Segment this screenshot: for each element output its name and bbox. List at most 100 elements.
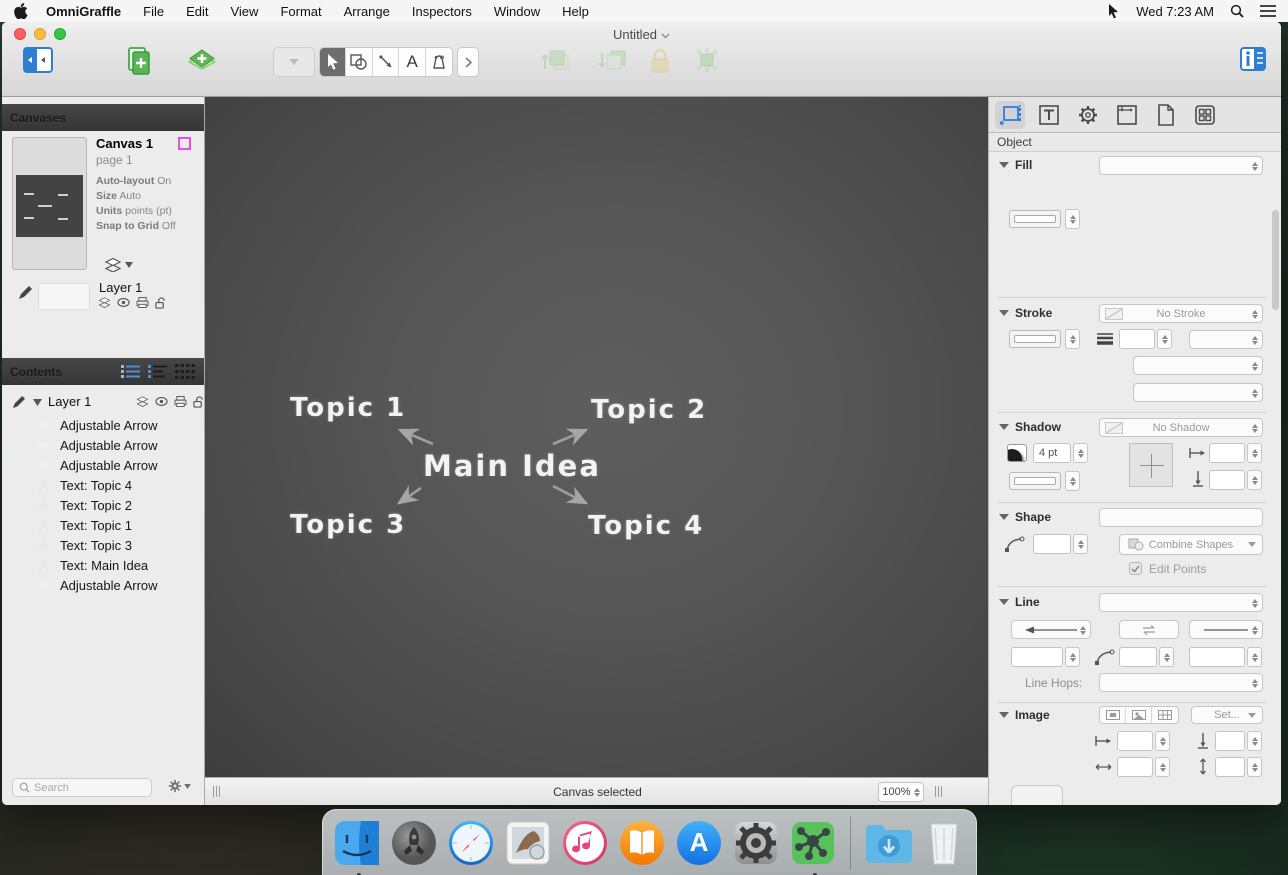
toolbar-lock-button[interactable]: Lock (644, 47, 676, 80)
edit-points-checkbox[interactable] (1129, 562, 1142, 575)
shadow-blur-stepper[interactable] (1073, 443, 1088, 463)
outline-view-icon[interactable] (148, 364, 167, 379)
list-item[interactable]: Adjustable Arrow (2, 455, 204, 475)
shadow-style-dropdown[interactable]: No Shadow (1099, 418, 1263, 437)
window-title[interactable]: Untitled (2, 27, 1281, 42)
drawing-canvas[interactable]: Topic 1 Topic 2 Main Idea Topic 3 Topic … (205, 97, 990, 777)
dock-trash-icon[interactable] (923, 817, 966, 869)
tab-properties-inspector[interactable] (1073, 101, 1103, 129)
contents-layer-row[interactable]: Layer 1 (2, 392, 204, 413)
menu-view[interactable]: View (230, 4, 258, 19)
dock-itunes-icon[interactable] (561, 817, 609, 869)
menu-clock[interactable]: Wed 7:23 AM (1136, 4, 1214, 19)
stroke-position-dropdown[interactable] (1133, 383, 1263, 402)
dock-ibooks-icon[interactable] (618, 817, 666, 869)
image-fit-natural-button[interactable] (1100, 707, 1126, 723)
dock-mail-icon[interactable] (504, 817, 552, 869)
combine-shapes-dropdown[interactable]: Combine Shapes (1119, 534, 1263, 555)
disclosure-triangle-icon[interactable] (33, 399, 42, 406)
line-radius-stepper[interactable] (1159, 647, 1174, 667)
menu-arrange[interactable]: Arrange (344, 4, 390, 19)
image-height-stepper[interactable] (1247, 757, 1262, 777)
image-height-input[interactable] (1215, 757, 1245, 777)
canvas-thumbnail[interactable] (12, 137, 87, 270)
list-item[interactable]: Adjustable Arrow (2, 435, 204, 455)
shadow-preview-swatch[interactable] (1007, 444, 1027, 462)
dock-system-preferences-icon[interactable] (732, 817, 780, 869)
shadow-blur-input[interactable]: 4 pt (1033, 443, 1071, 463)
dock-finder-icon[interactable] (333, 817, 381, 869)
text-tool-button[interactable]: A (399, 48, 425, 76)
list-item[interactable]: Adjustable Arrow (2, 575, 204, 595)
line-hops-dropdown[interactable] (1099, 673, 1263, 692)
shadow-color-well[interactable] (1009, 472, 1061, 490)
shadow-offset-x-stepper[interactable] (1247, 443, 1262, 463)
edit-pencil-icon[interactable] (18, 286, 32, 300)
list-item[interactable]: Text: Topic 2 (2, 495, 204, 515)
stroke-section-header[interactable]: Stroke (999, 306, 1052, 320)
pointer-menu-icon[interactable] (1107, 4, 1120, 19)
line-section-header[interactable]: Line (999, 595, 1040, 609)
image-fit-tile-button[interactable] (1152, 707, 1178, 723)
spotlight-search-icon[interactable] (1230, 4, 1244, 18)
sidebar-action-menu[interactable] (168, 779, 191, 793)
inspector-resize-handle[interactable] (935, 786, 944, 797)
image-width-input[interactable] (1117, 757, 1153, 777)
layer-stack-icon[interactable] (136, 396, 149, 407)
shadow-position-picker[interactable] (1129, 443, 1173, 487)
toolbar-inspect-button[interactable]: Inspect (1230, 47, 1276, 76)
tab-type-inspector[interactable] (1034, 101, 1064, 129)
image-offset-y-stepper[interactable] (1247, 731, 1262, 751)
line-scale-input[interactable] (1011, 647, 1063, 667)
zoom-control[interactable]: 100% (878, 782, 924, 802)
list-view-icon[interactable] (121, 364, 140, 379)
image-fit-stretch-button[interactable] (1126, 707, 1152, 723)
stroke-pattern-dropdown[interactable] (1133, 356, 1263, 375)
canvas-name[interactable]: Canvas 1 (96, 136, 153, 151)
list-item[interactable]: Text: Topic 4 (2, 475, 204, 495)
pen-tool-button[interactable] (426, 48, 452, 76)
list-item[interactable]: Text: Main Idea (2, 555, 204, 575)
inspector-scrollbar[interactable] (1272, 210, 1279, 310)
tools-expand-button[interactable] (457, 47, 479, 77)
fill-section-header[interactable]: Fill (999, 158, 1032, 172)
image-offset-y-input[interactable] (1215, 731, 1245, 751)
unlock-icon[interactable] (155, 297, 166, 309)
visibility-eye-icon[interactable] (117, 297, 130, 308)
image-width-stepper[interactable] (1155, 757, 1170, 777)
line-gap-input[interactable] (1189, 647, 1245, 667)
line-tool-button[interactable] (373, 48, 399, 76)
image-well[interactable] (1011, 785, 1063, 805)
tab-stencils[interactable] (1190, 101, 1220, 129)
shadow-offset-x-input[interactable] (1209, 443, 1245, 463)
dock-launchpad-icon[interactable] (390, 817, 438, 869)
swap-arrowheads-button[interactable] (1119, 620, 1179, 639)
toolbar-ungroup-button[interactable]: Ungroup (680, 47, 736, 80)
toolbar-backward-button[interactable]: Backward (584, 47, 642, 80)
layer-row[interactable]: Layer 1 (2, 280, 204, 316)
image-set-dropdown[interactable]: Set... (1191, 706, 1263, 724)
list-item[interactable]: Text: Topic 3 (2, 535, 204, 555)
menu-help[interactable]: Help (562, 4, 589, 19)
toolbar-forward-button[interactable]: Forward (530, 47, 582, 80)
shadow-offset-y-stepper[interactable] (1247, 470, 1262, 490)
shape-tool-button[interactable] (346, 48, 372, 76)
fill-color-well[interactable] (1009, 210, 1061, 228)
dock-omnigraffle-icon[interactable] (789, 817, 837, 869)
stroke-style-dropdown[interactable]: No Stroke (1099, 304, 1263, 323)
search-input[interactable] (34, 782, 134, 794)
image-offset-x-stepper[interactable] (1155, 731, 1170, 751)
shape-field[interactable] (1099, 508, 1263, 527)
shadow-color-stepper[interactable] (1065, 471, 1080, 491)
layers-disclosure-button[interactable] (104, 258, 133, 272)
selection-tool-button[interactable] (320, 48, 346, 76)
print-icon[interactable] (136, 297, 149, 308)
fill-stepper[interactable] (1065, 209, 1080, 229)
stroke-width-stepper[interactable] (1157, 329, 1172, 349)
menu-file[interactable]: File (143, 4, 164, 19)
tab-document-inspector[interactable] (1151, 101, 1181, 129)
visibility-eye-icon[interactable] (155, 396, 168, 407)
toolbar-sidebar-button[interactable]: Sidebar (10, 47, 66, 78)
shadow-section-header[interactable]: Shadow (999, 420, 1061, 434)
line-gap-stepper[interactable] (1247, 647, 1262, 667)
